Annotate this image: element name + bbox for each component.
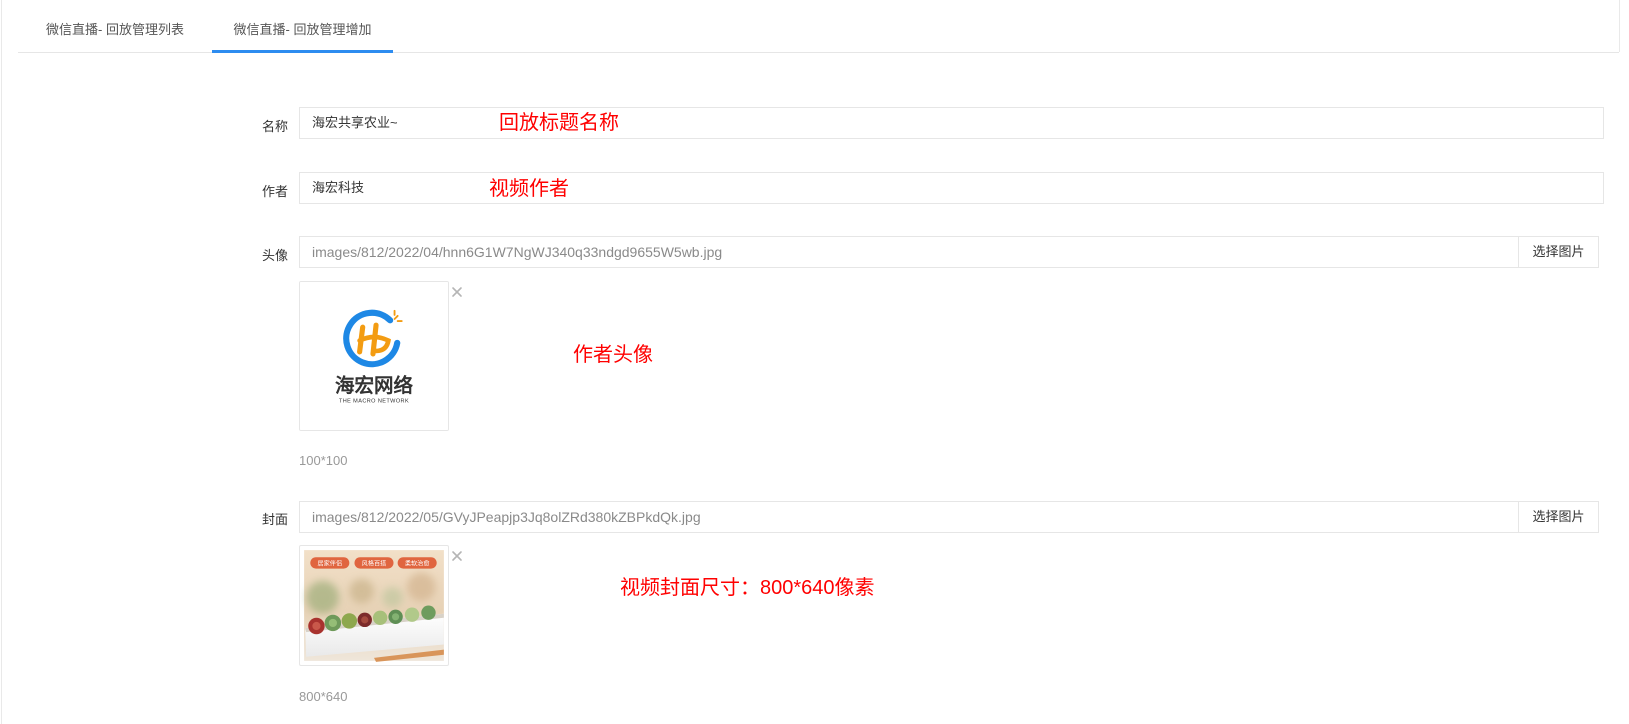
cover-photo-image: 居家伴侣 风格百搭 柔软治愈	[304, 550, 444, 662]
cover-tag-1: 居家伴侣	[317, 559, 342, 567]
avatar-path-input[interactable]: images/812/2022/04/hnn6G1W7NgWJ340q33ndg…	[299, 236, 1519, 268]
cover-tag-2: 风格百搭	[362, 559, 387, 567]
author-annotation: 视频作者	[489, 178, 569, 200]
tab-bar: 微信直播- 回放管理列表 微信直播- 回放管理增加	[18, 0, 1619, 53]
active-tab-indicator	[212, 50, 393, 53]
avatar-preview: 海宏网络 THE MACRO NETWORK	[299, 281, 449, 431]
frame-border-left	[1, 0, 2, 724]
cover-label: 封面	[261, 512, 288, 527]
frame-border-right	[1619, 0, 1620, 52]
cover-size-hint: 800*640	[299, 689, 348, 704]
name-annotation: 回放标题名称	[499, 112, 619, 134]
close-icon[interactable]	[451, 286, 463, 298]
tab-replay-add[interactable]: 微信直播- 回放管理增加	[212, 0, 393, 53]
cover-tag-3: 柔软治愈	[405, 559, 430, 567]
avatar-annotation: 作者头像	[573, 344, 653, 366]
author-label: 作者	[261, 184, 288, 199]
tab-replay-list[interactable]: 微信直播- 回放管理列表	[30, 0, 200, 52]
cover-preview: 居家伴侣 风格百搭 柔软治愈	[299, 545, 449, 666]
name-input-value: 海宏共享农业~	[312, 115, 398, 130]
avatar-path-value: images/812/2022/04/hnn6G1W7NgWJ340q33ndg…	[312, 244, 723, 260]
tab-replay-list-label: 微信直播- 回放管理列表	[46, 22, 184, 37]
avatar-size-hint: 100*100	[299, 453, 348, 468]
page: 微信直播- 回放管理列表 微信直播- 回放管理增加 名称 海宏共享农业~ 回放标…	[0, 0, 1629, 724]
logo-subtitle-text: THE MACRO NETWORK	[339, 398, 409, 404]
author-input-value: 海宏科技	[312, 180, 365, 195]
name-input[interactable]: 海宏共享农业~	[299, 107, 1604, 139]
cover-annotation: 视频封面尺寸：800*640像素	[620, 577, 875, 599]
cover-select-image-button[interactable]: 选择图片	[1518, 501, 1599, 533]
cover-path-input[interactable]: images/812/2022/05/GVyJPeapjp3Jq8olZRd38…	[299, 501, 1519, 533]
cover-path-value: images/812/2022/05/GVyJPeapjp3Jq8olZRd38…	[312, 509, 701, 525]
avatar-logo-image: 海宏网络 THE MACRO NETWORK	[300, 282, 448, 430]
avatar-select-image-button[interactable]: 选择图片	[1518, 236, 1599, 268]
close-icon[interactable]	[451, 550, 463, 562]
logo-name-text: 海宏网络	[335, 374, 414, 397]
name-label: 名称	[261, 119, 288, 134]
avatar-label: 头像	[261, 248, 288, 263]
tab-replay-add-label: 微信直播- 回放管理增加	[233, 22, 372, 37]
